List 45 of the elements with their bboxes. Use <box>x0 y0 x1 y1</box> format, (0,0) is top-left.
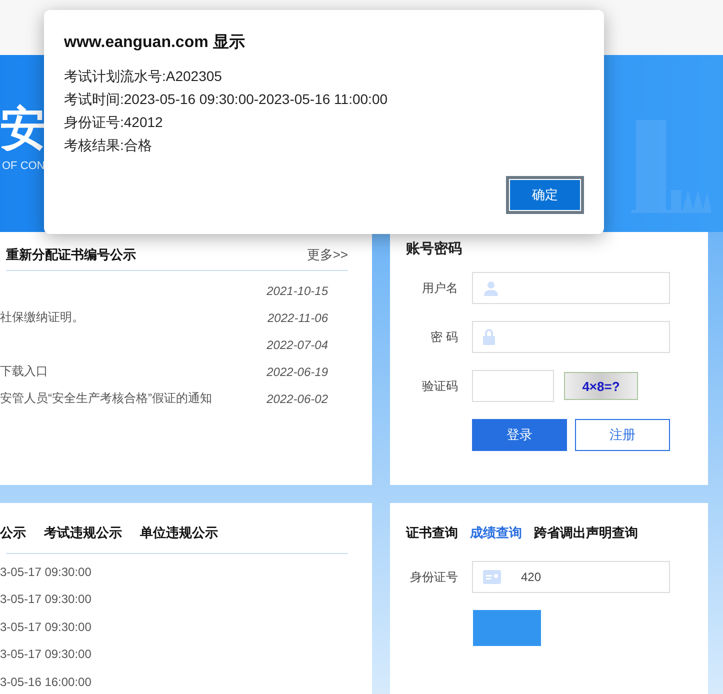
field-label: 验证码 <box>421 378 458 394</box>
exam-time: 3-05-17 09:30:00 <box>0 620 92 634</box>
notice-link[interactable]: 社保缴纳证明。 <box>0 309 84 326</box>
exam-time: 3-05-17 09:30:00 <box>0 592 92 606</box>
site-subtitle: OF CON <box>2 160 46 172</box>
announcement-tab[interactable]: 单位违规公示 <box>140 524 218 542</box>
id-card-icon <box>483 570 501 584</box>
query-tab[interactable]: 成绩查询 <box>470 524 522 542</box>
password-field[interactable] <box>472 321 670 353</box>
notice-date: 2022-11-06 <box>268 310 328 324</box>
notice-date: 2022-06-19 <box>266 364 328 378</box>
field-label: 身份证号 <box>409 568 458 586</box>
panel-title: 重新分配证书编号公示 <box>6 246 136 264</box>
dialog-title: www.eanguan.com 显示 <box>64 33 246 53</box>
dialog-message: 考试计划流水号:A202305 <box>64 67 223 86</box>
announcement-tab[interactable]: 公示 <box>0 524 26 542</box>
captcha-field[interactable] <box>472 370 554 402</box>
dialog-message: 考核结果:合格 <box>64 136 153 155</box>
more-link[interactable]: 更多>> <box>306 246 348 264</box>
query-tab[interactable]: 跨省调出声明查询 <box>534 524 638 542</box>
notice-link[interactable]: 安管人员“安全生产考核合格”假证的通知 <box>0 390 212 407</box>
field-label: 密 码 <box>430 328 458 346</box>
captcha-image[interactable]: 4×8=? <box>564 372 638 400</box>
query-button[interactable] <box>473 610 541 646</box>
exam-time: 3-05-17 09:30:00 <box>0 564 92 579</box>
register-button[interactable]: 注册 <box>575 419 670 451</box>
id-number-field[interactable]: 420 <box>472 561 670 593</box>
dialog-message: 考试时间:2023-05-16 09:30:00-2023-05-16 11:00:00 <box>64 90 389 109</box>
notice-date: 2022-06-02 <box>266 392 328 406</box>
exam-time: 3-05-16 16:00:00 <box>0 674 92 689</box>
dialog-message: 身份证号:42012 <box>64 113 164 132</box>
login-button[interactable]: 登录 <box>472 419 567 451</box>
user-icon <box>483 280 499 296</box>
announcement-tab[interactable]: 考试违规公示 <box>44 524 122 542</box>
notice-link[interactable]: 下载入口 <box>0 363 48 380</box>
query-tab[interactable]: 证书查询 <box>406 524 458 542</box>
notice-date: 2021-10-15 <box>266 284 328 298</box>
username-field[interactable] <box>472 272 670 304</box>
ok-button[interactable]: 确定 <box>506 176 584 214</box>
site-title: 安 <box>0 101 46 156</box>
form-title: 账号密码 <box>406 240 462 258</box>
exam-time: 3-05-17 09:30:00 <box>0 647 92 662</box>
lock-icon <box>483 329 495 345</box>
notice-date: 2022-07-04 <box>266 338 328 352</box>
field-label: 用户名 <box>421 280 458 296</box>
